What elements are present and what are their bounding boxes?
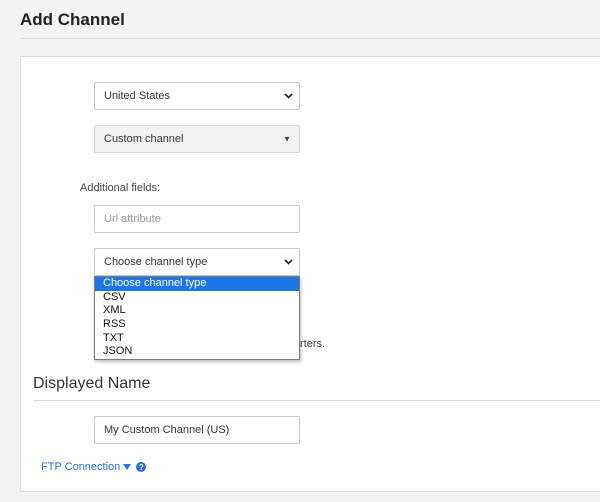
channel-type-option[interactable]: CSV bbox=[95, 291, 299, 305]
country-select-value: United States bbox=[104, 90, 171, 102]
channel-type-option[interactable]: XML bbox=[95, 304, 299, 318]
url-attribute-input[interactable]: Url attribute bbox=[94, 205, 300, 233]
ftp-connection-toggle[interactable]: FTP Connection ? bbox=[41, 461, 147, 473]
channel-type-option[interactable]: RSS bbox=[95, 318, 299, 332]
chevron-down-icon bbox=[283, 91, 293, 101]
channel-type-dropdown[interactable]: Choose channel type CSV XML RSS TXT JSON bbox=[94, 276, 300, 360]
section-divider bbox=[33, 400, 600, 401]
obscured-help-text: rters. bbox=[300, 338, 326, 350]
channel-type-select[interactable]: Choose channel type bbox=[94, 248, 300, 276]
channel-type-select-value: Choose channel type bbox=[104, 256, 208, 268]
help-icon[interactable]: ? bbox=[136, 462, 147, 472]
displayed-name-value: My Custom Channel (US) bbox=[104, 424, 230, 436]
title-divider bbox=[20, 38, 600, 39]
displayed-name-input[interactable]: My Custom Channel (US) bbox=[94, 416, 300, 444]
channel-type-option[interactable]: JSON bbox=[95, 345, 299, 359]
chevron-down-icon bbox=[283, 257, 293, 267]
channel-select-value: Custom channel bbox=[104, 133, 184, 145]
channel-select[interactable]: Custom channel ▼ bbox=[94, 125, 300, 153]
ftp-connection-label: FTP Connection bbox=[41, 461, 121, 473]
caret-down-icon: ▼ bbox=[283, 134, 291, 144]
displayed-name-heading: Displayed Name bbox=[33, 375, 151, 392]
caret-down-icon bbox=[123, 461, 132, 473]
channel-type-option[interactable]: Choose channel type bbox=[95, 277, 299, 291]
page-title: Add Channel bbox=[20, 10, 125, 29]
url-attribute-placeholder: Url attribute bbox=[104, 213, 161, 225]
additional-fields-label: Additional fields: bbox=[80, 182, 161, 194]
country-select[interactable]: United States bbox=[94, 82, 300, 110]
channel-type-option[interactable]: TXT bbox=[95, 332, 299, 346]
